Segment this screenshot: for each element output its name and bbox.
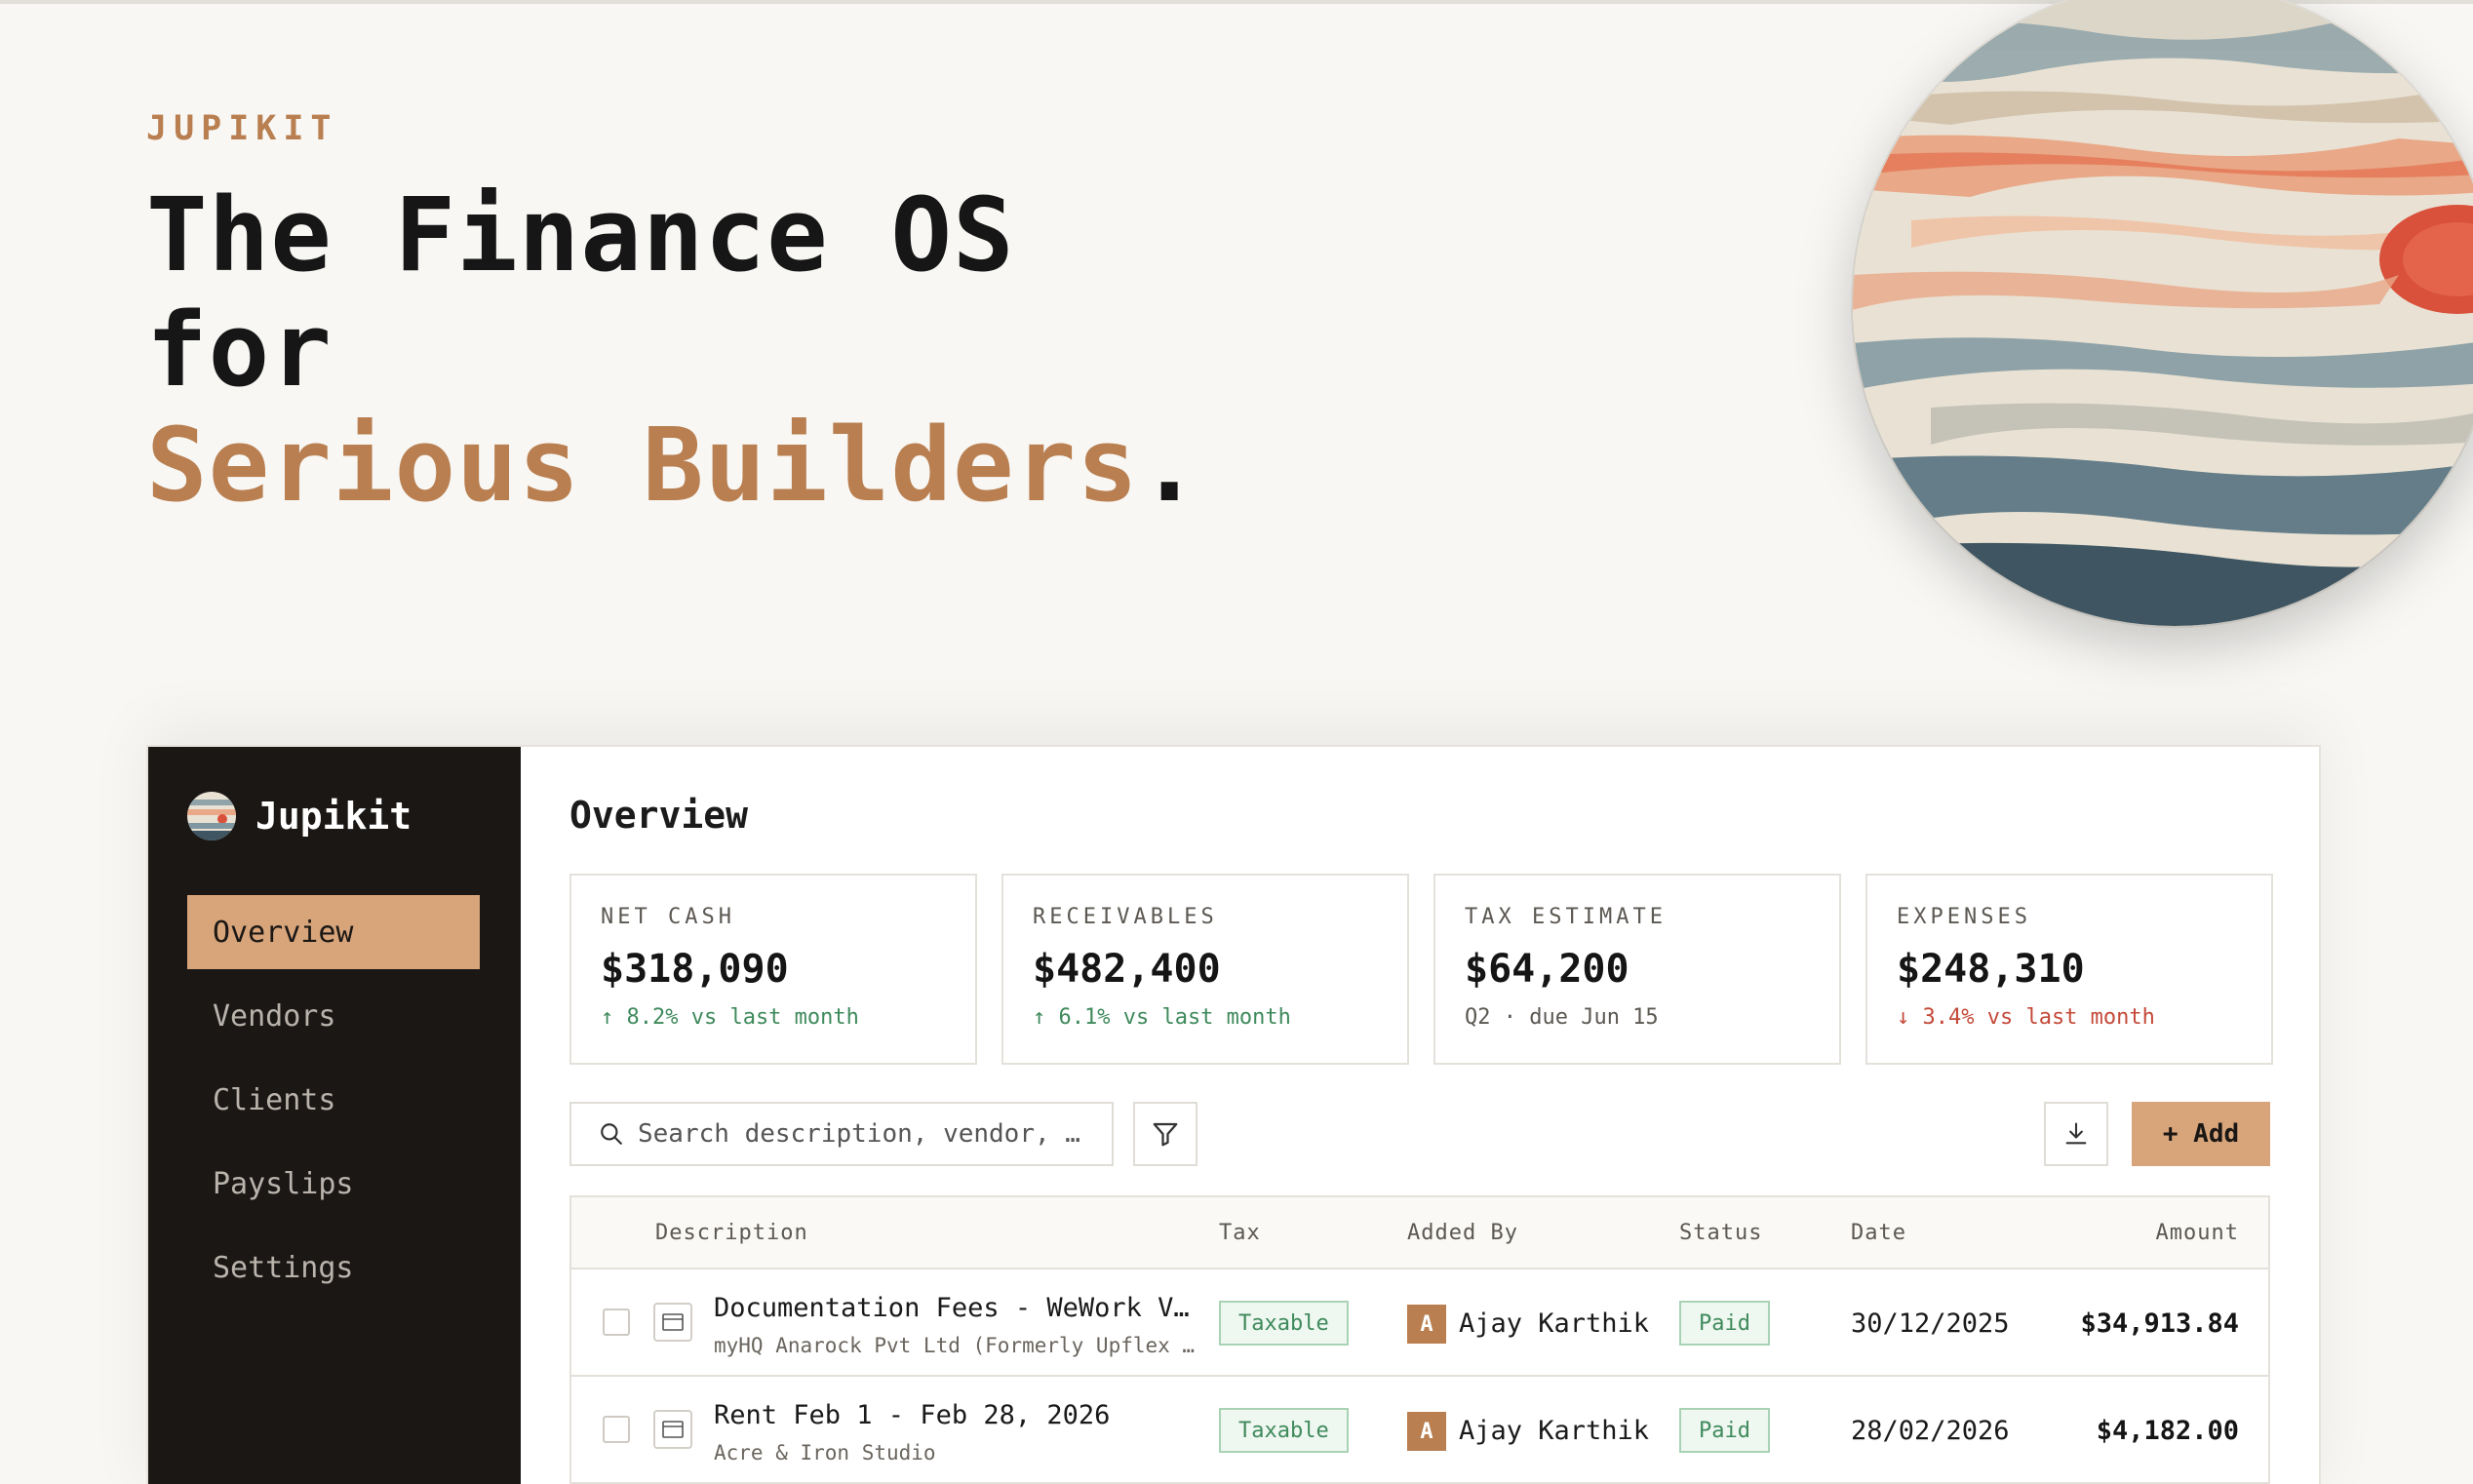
table-header: Description Tax Added By Status Date Amo… bbox=[571, 1197, 2268, 1269]
sidebar-item-overview[interactable]: Overview bbox=[187, 895, 480, 969]
transactions-table: Description Tax Added By Status Date Amo… bbox=[569, 1195, 2270, 1484]
avatar: A bbox=[1407, 1412, 1446, 1451]
row-date: 28/02/2026 bbox=[1851, 1416, 2010, 1446]
kpi-value: $318,090 bbox=[601, 947, 789, 992]
status-badge: Paid bbox=[1679, 1408, 1770, 1453]
brand-kicker: JUPIKIT bbox=[146, 109, 338, 148]
column-header-amount[interactable]: Amount bbox=[2156, 1221, 2239, 1245]
kpi-label: RECEIVABLES bbox=[1033, 905, 1218, 929]
row-date: 30/12/2025 bbox=[1851, 1308, 2010, 1339]
sidebar-item-settings[interactable]: Settings bbox=[187, 1230, 480, 1305]
kpi-value: $248,310 bbox=[1897, 947, 2085, 992]
headline-line-3: Serious Builders. bbox=[146, 408, 1200, 523]
avatar: A bbox=[1407, 1305, 1446, 1344]
download-button[interactable] bbox=[2044, 1102, 2108, 1166]
kpi-delta: ↓ 3.4% vs last month bbox=[1897, 1005, 2155, 1030]
row-vendor: Acre & Iron Studio bbox=[714, 1441, 936, 1464]
sidebar-item-clients[interactable]: Clients bbox=[187, 1063, 480, 1137]
sidebar-item-payslips[interactable]: Payslips bbox=[187, 1147, 480, 1221]
row-checkbox[interactable] bbox=[603, 1308, 630, 1336]
row-amount: $34,913.84 bbox=[2080, 1308, 2239, 1339]
headline-period: . bbox=[1138, 406, 1201, 525]
jupiter-logo-icon bbox=[187, 792, 236, 840]
sidebar-item-vendors[interactable]: Vendors bbox=[187, 979, 480, 1053]
column-header-date[interactable]: Date bbox=[1851, 1221, 1906, 1245]
download-icon bbox=[2065, 1122, 2087, 1145]
headline: The Finance OS for Serious Builders. bbox=[146, 177, 1200, 523]
tax-badge: Taxable bbox=[1219, 1301, 1349, 1346]
tax-badge: Taxable bbox=[1219, 1408, 1349, 1453]
kpi-label: NET CASH bbox=[601, 905, 735, 929]
kpi-delta: ↑ 6.1% vs last month bbox=[1033, 1005, 1291, 1030]
kpi-label: EXPENSES bbox=[1897, 905, 2031, 929]
kpi-delta: ↑ 8.2% vs last month bbox=[601, 1005, 859, 1030]
kpi-card-receivables: RECEIVABLES $482,400 ↑ 6.1% vs last mont… bbox=[1001, 874, 1409, 1065]
app-window: Jupikit Overview Vendors Clients Payslip… bbox=[146, 745, 2321, 1484]
status-badge: Paid bbox=[1679, 1301, 1770, 1346]
column-header-tax[interactable]: Tax bbox=[1219, 1221, 1261, 1245]
search-input[interactable] bbox=[638, 1119, 1096, 1149]
row-checkbox[interactable] bbox=[603, 1416, 630, 1443]
sidebar-logo[interactable]: Jupikit bbox=[187, 792, 412, 840]
kpi-card-expenses: EXPENSES $248,310 ↓ 3.4% vs last month bbox=[1865, 874, 2273, 1065]
row-description: Documentation Fees - WeWork Vir… bbox=[714, 1293, 1201, 1323]
column-header-description[interactable]: Description bbox=[655, 1221, 808, 1245]
kpi-cards: NET CASH $318,090 ↑ 8.2% vs last month R… bbox=[569, 874, 2273, 1065]
table-row[interactable]: Documentation Fees - WeWork Vir… myHQ An… bbox=[571, 1269, 2268, 1377]
row-amount: $4,182.00 bbox=[2096, 1416, 2239, 1446]
kpi-value: $64,200 bbox=[1465, 947, 1629, 992]
hero: JUPIKIT The Finance OS for Serious Build… bbox=[146, 109, 1200, 523]
kpi-card-tax-estimate: TAX ESTIMATE $64,200 Q2 · due Jun 15 bbox=[1433, 874, 1841, 1065]
page-title: Overview bbox=[569, 794, 749, 837]
filter-icon bbox=[1153, 1122, 1178, 1147]
column-header-added-by[interactable]: Added By bbox=[1407, 1221, 1518, 1245]
headline-accent: Serious Builders bbox=[146, 406, 1139, 525]
row-added-by: Ajay Karthik bbox=[1459, 1308, 1650, 1339]
jupiter-illustration bbox=[1853, 0, 2473, 626]
headline-line-1: The Finance OS bbox=[146, 176, 1015, 294]
kpi-card-net-cash: NET CASH $318,090 ↑ 8.2% vs last month bbox=[569, 874, 977, 1065]
jupiter-icon bbox=[1853, 0, 2473, 626]
search-icon bbox=[601, 1123, 622, 1145]
row-description: Rent Feb 1 - Feb 28, 2026 bbox=[714, 1400, 1111, 1430]
receipt-icon bbox=[653, 1410, 692, 1449]
table-row[interactable]: Rent Feb 1 - Feb 28, 2026 Acre & Iron St… bbox=[571, 1377, 2268, 1484]
column-header-status[interactable]: Status bbox=[1679, 1221, 1762, 1245]
search-box[interactable] bbox=[569, 1102, 1114, 1166]
row-added-by: Ajay Karthik bbox=[1459, 1416, 1650, 1446]
filter-button[interactable] bbox=[1133, 1102, 1197, 1166]
sidebar: Jupikit Overview Vendors Clients Payslip… bbox=[148, 747, 521, 1484]
brand-name: Jupikit bbox=[255, 795, 412, 838]
kpi-label: TAX ESTIMATE bbox=[1465, 905, 1667, 929]
table-toolbar: + Add bbox=[569, 1102, 2270, 1166]
sidebar-nav: Overview Vendors Clients Payslips Settin… bbox=[187, 895, 480, 1314]
receipt-icon bbox=[653, 1303, 692, 1342]
row-vendor: myHQ Anarock Pvt Ltd (Formerly Upflex … bbox=[714, 1334, 1196, 1357]
kpi-value: $482,400 bbox=[1033, 947, 1221, 992]
headline-line-2: for bbox=[146, 291, 333, 410]
main-content: Overview NET CASH $318,090 ↑ 8.2% vs las… bbox=[521, 747, 2319, 1484]
kpi-delta: Q2 · due Jun 15 bbox=[1465, 1005, 1659, 1030]
add-button[interactable]: + Add bbox=[2132, 1102, 2270, 1166]
